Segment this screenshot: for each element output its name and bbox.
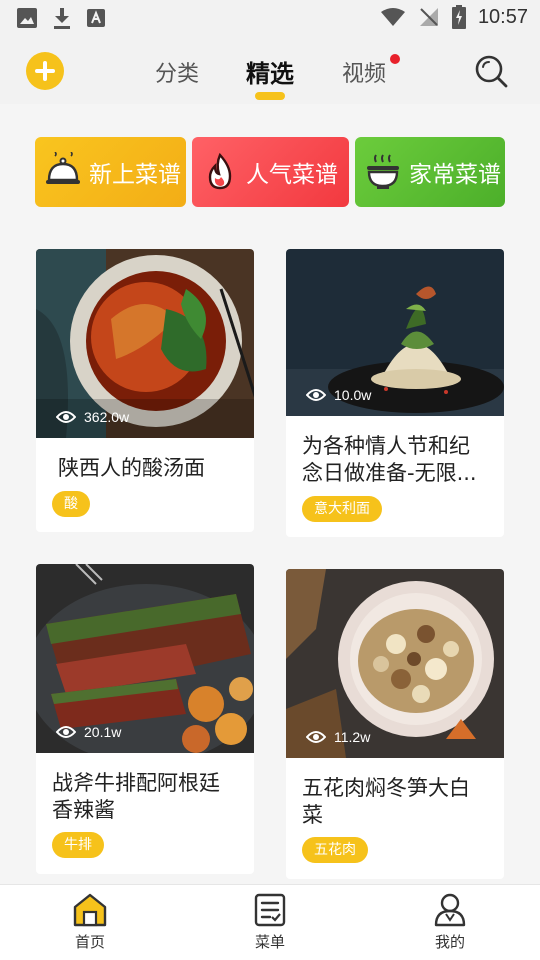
recipe-title: 战斧牛排配阿根廷香辣酱 — [52, 771, 220, 822]
nav-profile-label: 我的 — [434, 933, 465, 951]
eye-icon — [56, 726, 76, 738]
status-bar: 10:57 — [0, 0, 540, 36]
profile-icon — [434, 893, 466, 927]
video-badge-dot — [390, 54, 400, 64]
cloche-icon — [46, 152, 80, 184]
eye-icon — [56, 411, 76, 423]
view-count-value: 10.0w — [334, 387, 372, 403]
eye-icon — [306, 389, 326, 401]
eye-icon — [306, 731, 326, 743]
recipe-card[interactable]: 10.0w 为各种情人节和纪念日做准备-无限... 意大利面 — [286, 249, 504, 537]
view-count-value: 11.2w — [334, 729, 371, 745]
home-icon — [73, 893, 107, 927]
status-time: 10:57 — [477, 5, 528, 28]
nav-home[interactable]: 首页 — [50, 893, 130, 952]
recipe-card[interactable]: 362.0w 陕西人的酸汤面 酸 — [36, 249, 254, 532]
nav-home-label: 首页 — [74, 933, 105, 951]
bowl-icon — [367, 154, 399, 189]
wifi-icon — [380, 8, 405, 26]
recipe-card[interactable]: 11.2w 五花肉焖冬笋大白菜 五花肉 — [286, 569, 504, 879]
view-count: 20.1w — [56, 724, 121, 740]
view-count: 11.2w — [306, 729, 370, 745]
tab-video[interactable]: 视频 — [342, 56, 386, 88]
recipe-title: 陕西人的酸汤面 — [58, 456, 205, 480]
menu-list-icon — [254, 893, 286, 927]
download-icon — [54, 8, 70, 29]
category-label: 人气菜谱 — [246, 162, 338, 188]
nav-menu-label: 菜单 — [254, 933, 285, 951]
image-icon — [17, 8, 37, 28]
view-count: 10.0w — [306, 387, 371, 403]
recipe-card[interactable]: 20.1w 战斧牛排配阿根廷香辣酱 牛排 — [36, 564, 254, 874]
top-nav: 分类 精选 视频 — [0, 36, 540, 104]
category-new-recipes[interactable]: 新上菜谱 — [35, 137, 186, 207]
font-download-icon — [87, 9, 105, 27]
nav-menu[interactable]: 菜单 — [230, 893, 310, 952]
category-home-recipes[interactable]: 家常菜谱 — [355, 137, 505, 207]
recipe-tag[interactable]: 酸 — [52, 491, 90, 517]
no-signal-icon — [419, 8, 438, 26]
add-button[interactable] — [26, 52, 64, 90]
status-bar-system: 10:57 — [380, 5, 528, 29]
nav-profile[interactable]: 我的 — [410, 893, 490, 952]
flame-icon — [208, 152, 232, 190]
recipe-tag[interactable]: 五花肉 — [302, 837, 368, 863]
view-count-value: 20.1w — [84, 724, 122, 740]
status-bar-notifications — [16, 7, 106, 29]
active-tab-indicator — [255, 92, 285, 100]
category-label: 家常菜谱 — [409, 162, 501, 188]
category-label: 新上菜谱 — [89, 162, 181, 188]
tab-featured[interactable]: 精选 — [246, 54, 294, 89]
tab-category[interactable]: 分类 — [155, 56, 199, 88]
view-count-value: 362.0w — [84, 409, 130, 425]
category-popular-recipes[interactable]: 人气菜谱 — [192, 137, 349, 207]
recipe-title: 五花肉焖冬笋大白菜 — [302, 776, 470, 827]
recipe-title: 为各种情人节和纪念日做准备-无限... — [302, 434, 477, 485]
recipe-tag[interactable]: 牛排 — [52, 832, 104, 858]
search-icon[interactable] — [474, 54, 508, 88]
recipe-tag[interactable]: 意大利面 — [302, 496, 382, 522]
bottom-nav: 首页 菜单 我的 — [0, 884, 540, 960]
view-count: 362.0w — [56, 409, 129, 425]
battery-charging-icon — [451, 5, 466, 29]
